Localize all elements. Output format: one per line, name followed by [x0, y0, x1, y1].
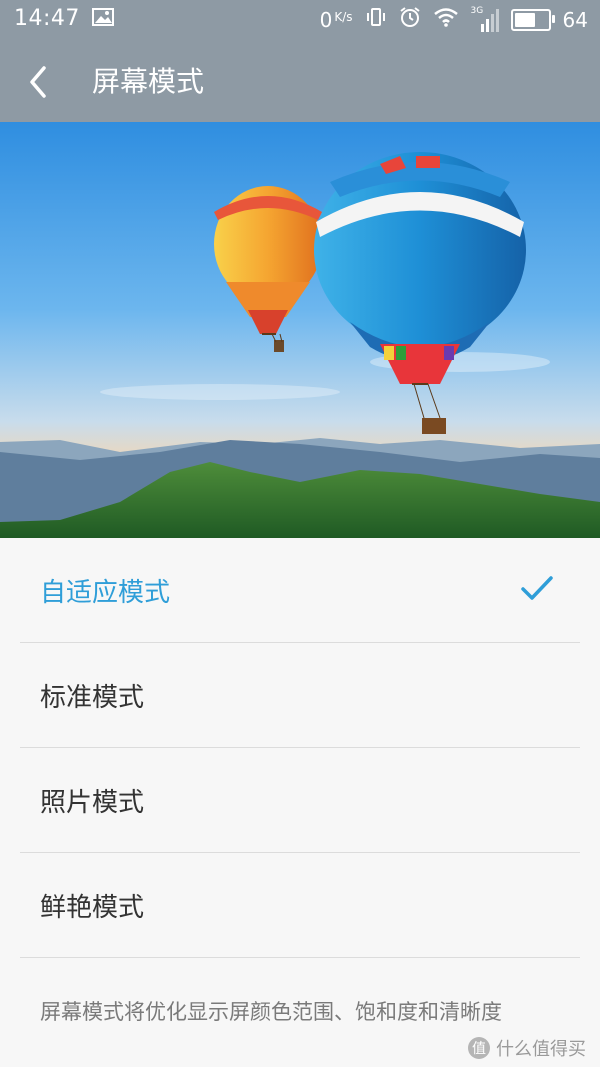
preview-image: [0, 122, 600, 538]
option-label: 照片模式: [40, 787, 145, 818]
watermark-logo-icon: 值: [468, 1037, 490, 1059]
option-standard-mode[interactable]: 标准模式: [20, 643, 580, 748]
option-adaptive-mode[interactable]: 自适应模式: [20, 538, 580, 643]
status-time: 14:47: [14, 6, 80, 31]
option-photo-mode[interactable]: 照片模式: [20, 748, 580, 853]
network-speed: 0 K/s: [320, 8, 353, 32]
alarm-icon: [399, 6, 421, 33]
screen-mode-list: 自适应模式 标准模式 照片模式 鲜艳模式: [0, 538, 600, 958]
status-bar: 14:47 0 K/s 3G 64: [0, 0, 600, 42]
cellular-signal-icon: 3G: [471, 6, 499, 32]
gallery-icon: [91, 7, 114, 30]
checkmark-icon: [521, 576, 553, 600]
app-header: 屏幕模式: [0, 42, 600, 122]
battery-icon: [510, 8, 555, 31]
battery-level: 64: [562, 7, 588, 32]
speed-unit: K/s: [334, 9, 353, 24]
back-button[interactable]: [26, 62, 66, 102]
speed-value: 0: [319, 7, 333, 32]
option-label: 自适应模式: [40, 577, 171, 608]
vibrate-icon: [365, 7, 387, 32]
chevron-left-icon: [30, 66, 46, 98]
option-vivid-mode[interactable]: 鲜艳模式: [20, 853, 580, 958]
watermark: 值 什么值得买: [468, 1035, 586, 1061]
wifi-icon: [433, 7, 459, 32]
watermark-text: 什么值得买: [496, 1039, 586, 1060]
page-title: 屏幕模式: [92, 65, 205, 98]
option-label: 标准模式: [40, 682, 145, 713]
option-label: 鲜艳模式: [40, 892, 145, 923]
mode-description: 屏幕模式将优化显示屏颜色范围、饱和度和清晰度: [40, 1000, 502, 1024]
